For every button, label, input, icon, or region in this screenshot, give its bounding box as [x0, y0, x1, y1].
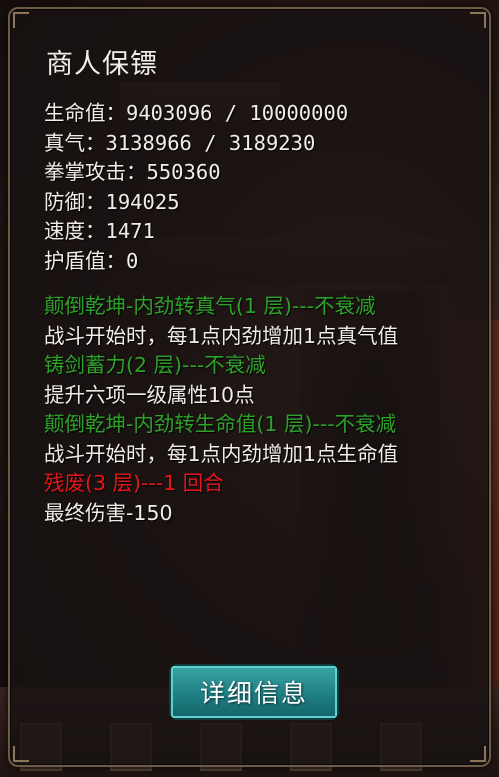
stat-hp: 生命值：9403096 / 10000000 [44, 99, 454, 129]
status-effect-name: 颠倒乾坤-内劲转真气(1 层)---不衰减 [44, 294, 376, 318]
status-effect-item: 颠倒乾坤-内劲转生命值(1 层)---不衰减 战斗开始时，每1点内劲增加1点生命… [44, 410, 454, 469]
stat-label: 防御： [44, 189, 106, 214]
detail-info-button[interactable]: 详细信息 [169, 664, 339, 720]
status-effect-description: 战斗开始时，每1点内劲增加1点生命值 [44, 441, 399, 466]
stat-label: 真气： [44, 130, 106, 155]
stat-value: 3138966 / 3189230 [105, 130, 316, 155]
panel-corner-ornament [470, 746, 486, 762]
status-effect-item: 铸剑蓄力(2 层)---不衰减 提升六项一级属性10点 [44, 351, 454, 410]
stat-label: 生命值： [44, 101, 126, 125]
status-effect-name: 颠倒乾坤-内劲转生命值(1 层)---不衰减 [44, 412, 397, 436]
status-effect-description: 最终伤害-150 [44, 500, 173, 525]
panel-corner-ornament [470, 12, 486, 28]
stat-shield: 护盾值：0 [44, 247, 454, 277]
status-effects-list: 颠倒乾坤-内劲转真气(1 层)---不衰减 战斗开始时，每1点内劲增加1点真气值… [44, 292, 454, 528]
stat-speed: 速度：1471 [44, 217, 454, 247]
status-effect-description: 战斗开始时，每1点内劲增加1点真气值 [44, 323, 399, 348]
status-effect-name: 铸剑蓄力(2 层)---不衰减 [44, 353, 266, 377]
stat-value: 194025 [105, 189, 180, 214]
stat-value: 550360 [146, 160, 221, 184]
stat-label: 速度： [44, 219, 106, 243]
character-name-title: 商人保镖 [46, 49, 158, 80]
stat-fist-attack: 拳掌攻击：550360 [44, 158, 454, 188]
panel-corner-ornament [13, 12, 29, 28]
status-effect-item: 残废(3 层)---1 回合 最终伤害-150 [44, 469, 454, 528]
panel-corner-ornament [13, 746, 29, 762]
status-effect-name: 残废(3 层)---1 回合 [44, 471, 224, 495]
stat-value: 9403096 / 10000000 [126, 101, 349, 125]
stat-label: 拳掌攻击： [44, 160, 147, 184]
stats-list: 生命值：9403096 / 10000000 真气：3138966 / 3189… [44, 99, 454, 276]
stat-qi: 真气：3138966 / 3189230 [44, 129, 454, 159]
status-effect-item: 颠倒乾坤-内劲转真气(1 层)---不衰减 战斗开始时，每1点内劲增加1点真气值 [44, 292, 454, 351]
status-effect-description: 提升六项一级属性10点 [44, 382, 255, 407]
stat-value: 0 [126, 248, 139, 273]
stat-defense: 防御：194025 [44, 188, 454, 218]
info-scroll-area[interactable]: 生命值：9403096 / 10000000 真气：3138966 / 3189… [44, 99, 454, 647]
stat-label: 护盾值： [44, 248, 126, 273]
stat-value: 1471 [105, 219, 155, 243]
